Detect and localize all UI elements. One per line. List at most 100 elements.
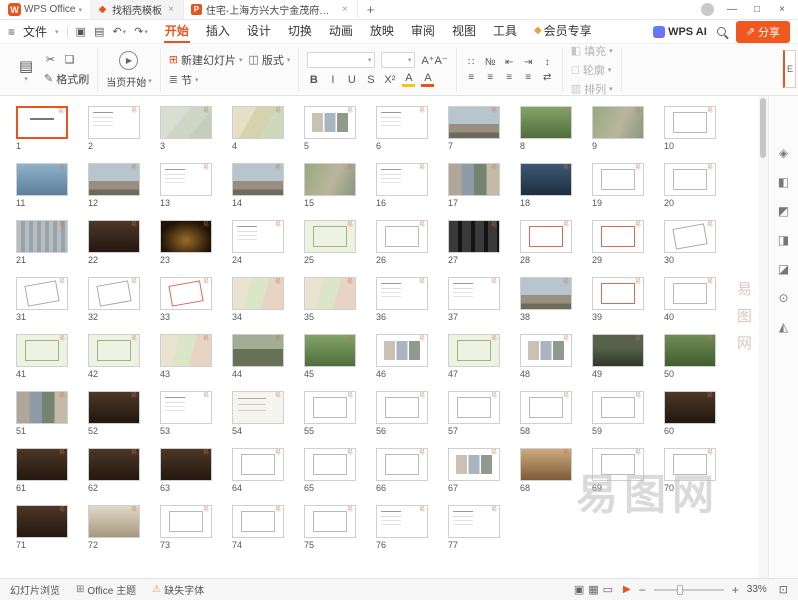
slide-thumbnail-65[interactable]: 易 [304, 448, 356, 481]
slide-thumbnail-31[interactable]: 易 [16, 277, 68, 310]
slide-thumbnail-66[interactable]: 易 [376, 448, 428, 481]
slide-thumbnail-55[interactable]: 易 [304, 391, 356, 424]
slide-thumbnail-28[interactable]: 易 [520, 220, 572, 253]
underline-icon[interactable]: U [345, 74, 358, 86]
slide-thumbnail-4[interactable]: 易 [232, 106, 284, 139]
slide-thumbnail-75[interactable]: 易 [304, 505, 356, 538]
slide-sorter-view-icon[interactable]: ▦ [588, 584, 598, 596]
increase-indent-icon[interactable]: ⇥ [522, 57, 535, 68]
layout-button[interactable]: ◫版式▾ [248, 52, 290, 68]
cut-icon[interactable]: ✂ [44, 53, 57, 66]
justify-icon[interactable]: ≡ [522, 72, 535, 83]
increase-font-icon[interactable]: A⁺ [421, 55, 434, 67]
slide-thumbnail-64[interactable]: 易 [232, 448, 284, 481]
slide-thumbnail-17[interactable]: 易 [448, 163, 500, 196]
slide-thumbnail-49[interactable]: 易 [592, 334, 644, 367]
rail-icon-layers[interactable]: ◧ [778, 175, 789, 189]
slide-thumbnail-74[interactable]: 易 [232, 505, 284, 538]
document-tab-current[interactable]: P 住宅-上海方兴大宁金茂府地... × [184, 0, 358, 19]
slide-thumbnail-10[interactable]: 易 [664, 106, 716, 139]
menu-tab-4[interactable]: 切换 [287, 20, 313, 43]
slide-thumbnail-18[interactable]: 易 [520, 163, 572, 196]
slide-thumbnail-76[interactable]: 易 [376, 505, 428, 538]
menu-tab-9[interactable]: 工具 [492, 20, 518, 43]
slide-thumbnail-68[interactable]: 易 [520, 448, 572, 481]
slide-thumbnail-56[interactable]: 易 [376, 391, 428, 424]
zoom-slider-thumb[interactable] [677, 585, 683, 595]
slide-thumbnail-24[interactable]: 易 [232, 220, 284, 253]
rail-icon-help[interactable]: ◭ [779, 320, 788, 334]
hamburger-icon[interactable]: ≡ [8, 25, 15, 39]
slide-thumbnail-53[interactable]: 易 [160, 391, 212, 424]
menu-tab-5[interactable]: 动画 [328, 20, 354, 43]
slide-thumbnail-47[interactable]: 易 [448, 334, 500, 367]
menu-tab-10[interactable]: ◆会员专享 [533, 20, 593, 43]
zoom-slider[interactable] [654, 589, 724, 591]
bold-icon[interactable]: B [307, 74, 320, 86]
font-size-select[interactable]: ▾ [381, 52, 415, 68]
zoom-out-button[interactable]: − [639, 583, 646, 597]
slide-thumbnail-6[interactable]: 易 [376, 106, 428, 139]
slide-thumbnail-21[interactable]: 易 [16, 220, 68, 253]
menu-tab-7[interactable]: 审阅 [410, 20, 436, 43]
print-icon[interactable]: ▤ [94, 25, 104, 38]
slide-thumbnail-33[interactable]: 易 [160, 277, 212, 310]
play-from-current-label[interactable]: 当页开始▾ [106, 74, 152, 89]
new-tab-button[interactable]: + [358, 2, 384, 17]
slide-thumbnail-70[interactable]: 易 [664, 448, 716, 481]
rail-icon-style[interactable]: ◈ [779, 146, 788, 160]
decrease-indent-icon[interactable]: ⇤ [503, 57, 516, 68]
menu-tab-1[interactable]: 开始 [164, 20, 190, 43]
align-center-icon[interactable]: ≡ [484, 72, 497, 83]
fit-screen-button[interactable]: ⊡ [779, 583, 788, 596]
slide-thumbnail-51[interactable]: 易 [16, 391, 68, 424]
slide-thumbnail-11[interactable]: 易 [16, 163, 68, 196]
maximize-button[interactable]: □ [750, 4, 764, 15]
slide-thumbnail-9[interactable]: 易 [592, 106, 644, 139]
slide-thumbnail-63[interactable]: 易 [160, 448, 212, 481]
slide-thumbnail-44[interactable]: 易 [232, 334, 284, 367]
slide-thumbnail-1[interactable]: 易 [16, 106, 68, 139]
format-painter-button[interactable]: ✎格式刷 [44, 71, 89, 87]
rail-icon-settings[interactable]: ⊙ [778, 291, 788, 305]
slide-thumbnail-25[interactable]: 易 [304, 220, 356, 253]
close-tab-icon[interactable]: × [340, 4, 350, 15]
slide-thumbnail-69[interactable]: 易 [592, 448, 644, 481]
arrange-button[interactable]: ▥排列▾ [571, 81, 613, 97]
slide-thumbnail-20[interactable]: 易 [664, 163, 716, 196]
slide-thumbnail-3[interactable]: 易 [160, 106, 212, 139]
slide-thumbnail-71[interactable]: 易 [16, 505, 68, 538]
highlight-color-icon[interactable]: A [402, 72, 415, 87]
section-button[interactable]: ≣节▾ [169, 72, 199, 88]
align-right-icon[interactable]: ≡ [503, 72, 516, 83]
slide-thumbnail-39[interactable]: 易 [592, 277, 644, 310]
reading-view-icon[interactable]: ▭ [603, 584, 613, 596]
slide-thumbnail-7[interactable]: 易 [448, 106, 500, 139]
new-slide-button[interactable]: ⊞新建幻灯片▾ [169, 52, 243, 68]
slide-thumbnail-30[interactable]: 易 [664, 220, 716, 253]
slide-thumbnail-2[interactable]: 易 [88, 106, 140, 139]
slide-thumbnail-8[interactable]: 易 [520, 106, 572, 139]
scrollbar-thumb[interactable] [760, 98, 766, 158]
slide-thumbnail-59[interactable]: 易 [592, 391, 644, 424]
numbered-list-icon[interactable]: № [484, 57, 497, 68]
slide-thumbnail-72[interactable]: 易 [88, 505, 140, 538]
slideshow-button[interactable]: ▶ [623, 584, 631, 595]
slide-thumbnail-46[interactable]: 易 [376, 334, 428, 367]
app-menu-button[interactable]: W WPS Office ▾ [6, 3, 90, 16]
paste-button[interactable]: ▤▾ [14, 57, 38, 83]
undo-icon[interactable]: ↶▾ [112, 25, 126, 38]
slide-thumbnail-40[interactable]: 易 [664, 277, 716, 310]
rail-icon-toolbox[interactable]: ◪ [778, 262, 789, 276]
slide-thumbnail-57[interactable]: 易 [448, 391, 500, 424]
slide-thumbnail-77[interactable]: 易 [448, 505, 500, 538]
vertical-scrollbar[interactable] [759, 96, 768, 578]
slide-thumbnail-52[interactable]: 易 [88, 391, 140, 424]
slide-thumbnail-54[interactable]: 易 [232, 391, 284, 424]
play-from-current-button[interactable]: ▶ [119, 51, 138, 70]
zoom-in-button[interactable]: + [732, 583, 739, 597]
menu-tab-6[interactable]: 放映 [369, 20, 395, 43]
side-pane-tab[interactable]: E [783, 50, 796, 88]
save-icon[interactable]: ▣ [76, 25, 86, 38]
slide-thumbnail-60[interactable]: 易 [664, 391, 716, 424]
